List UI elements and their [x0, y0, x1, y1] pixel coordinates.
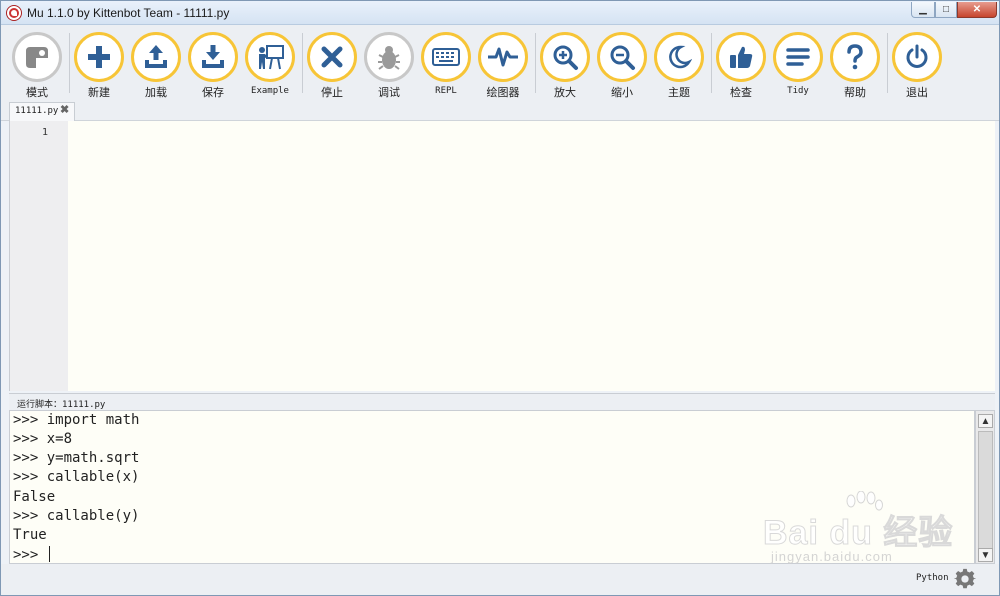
repl-prompt: >>>	[13, 547, 47, 563]
quit-button[interactable]: 退出	[887, 30, 947, 100]
power-icon	[892, 32, 942, 82]
repl-line: >>> y=math.sqrt	[13, 450, 140, 466]
moon-icon	[654, 32, 704, 82]
repl-line: False	[13, 489, 56, 505]
tab-close-icon[interactable]: ✖	[60, 105, 71, 116]
text-cursor	[48, 546, 50, 562]
plotter-button[interactable]: 绘图器	[473, 30, 533, 100]
minimize-button[interactable]: ▁	[911, 2, 935, 18]
repl-line: >>> callable(x)	[13, 469, 140, 485]
lines-icon	[773, 32, 823, 82]
repl-input-line[interactable]: >>>	[13, 546, 50, 563]
example-button[interactable]: Example	[240, 30, 300, 100]
mu-logo-icon	[12, 32, 62, 82]
teacher-board-icon	[245, 32, 295, 82]
mode-button[interactable]: 模式	[7, 30, 67, 100]
repl-line: >>> x=8	[13, 431, 73, 447]
plus-icon	[74, 32, 124, 82]
bug-icon	[364, 32, 414, 82]
upload-icon	[131, 32, 181, 82]
download-icon	[188, 32, 238, 82]
gear-icon[interactable]	[954, 568, 976, 590]
status-bar: Python	[1, 564, 999, 595]
line-number-gutter: 1	[10, 121, 68, 391]
mu-editor-window: Mu 1.1.0 by Kittenbot Team - 11111.py ▁ …	[0, 0, 1000, 596]
scroll-thumb[interactable]	[978, 431, 993, 549]
question-icon	[830, 32, 880, 82]
toolbar: 模式 新建 加载 保存 Example 停止 调试 REPL 绘图器 放大 缩小…	[1, 25, 999, 101]
line-number: 1	[41, 127, 48, 138]
close-x-icon	[307, 32, 357, 82]
close-window-button[interactable]: ✕	[957, 2, 997, 18]
run-script-label: 运行脚本：11111.py	[17, 400, 106, 410]
repl-line: >>> callable(y)	[13, 508, 140, 524]
tab-11111-py[interactable]: 11111.py ✖	[9, 102, 75, 121]
pulse-wave-icon	[478, 32, 528, 82]
repl-pane-caption: 运行脚本：11111.py	[9, 393, 995, 410]
scroll-up-icon[interactable]: ▲	[978, 414, 993, 428]
keyboard-icon	[421, 32, 471, 82]
repl-line: True	[13, 527, 47, 543]
quit-label: 退出	[906, 87, 928, 99]
thumbs-up-icon	[716, 32, 766, 82]
repl-scrollbar[interactable]: ▲ ▼	[975, 410, 995, 564]
repl-console[interactable]: >>> import math >>> x=8 >>> y=math.sqrt …	[9, 410, 975, 564]
zoom-in-icon	[540, 32, 590, 82]
mu-app-icon	[7, 6, 21, 20]
theme-button[interactable]: 主题	[649, 30, 709, 100]
code-editor[interactable]: 1	[9, 121, 995, 391]
title-bar: Mu 1.1.0 by Kittenbot Team - 11111.py ▁ …	[1, 1, 999, 25]
zoom-out-icon	[597, 32, 647, 82]
help-button[interactable]: 帮助	[825, 30, 885, 100]
tab-bar: 11111.py ✖	[1, 101, 999, 121]
repl-line: >>> import math	[13, 412, 140, 428]
current-mode[interactable]: Python	[916, 573, 949, 583]
tab-label: 11111.py	[15, 106, 59, 116]
window-title: Mu 1.1.0 by Kittenbot Team - 11111.py	[27, 6, 230, 20]
maximize-button[interactable]: □	[935, 2, 957, 18]
scroll-down-icon[interactable]: ▼	[978, 548, 993, 562]
